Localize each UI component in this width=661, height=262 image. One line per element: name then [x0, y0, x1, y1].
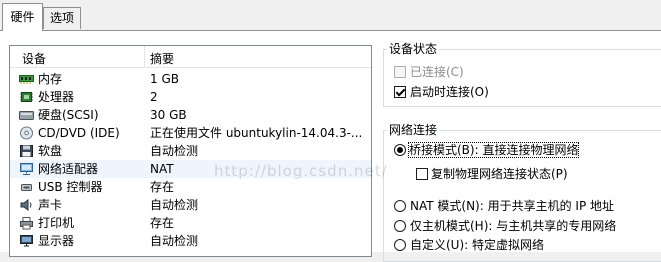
device-list-header: 设备 摘要: [10, 46, 371, 68]
device-summary: 自动检测: [150, 198, 199, 212]
tab-options[interactable]: 选项: [43, 7, 81, 29]
device-list[interactable]: 设备 摘要 内存 1 GB 处理器 2 硬盘(SCSI) 30 GB CD/DV…: [9, 45, 372, 257]
custom-label: 自定义(U): 特定虚拟网络: [410, 238, 545, 252]
device-row-cd-dvd[interactable]: CD/DVD (IDE) 正在使用文件 ubuntukylin-14.04.3-…: [10, 124, 371, 142]
tab-bar: 硬件 选项: [0, 0, 661, 31]
device-name: 硬盘(SCSI): [38, 108, 99, 122]
device-row-processor[interactable]: 处理器 2: [10, 88, 371, 106]
replicate-state-label: 复制物理网络连接状态(P): [431, 167, 568, 181]
device-summary: 1 GB: [150, 72, 179, 86]
bridged-radio[interactable]: [394, 144, 406, 156]
device-summary: 存在: [150, 180, 175, 194]
nat-radio[interactable]: [394, 200, 406, 212]
device-row-memory[interactable]: 内存 1 GB: [10, 70, 371, 88]
device-name: 软盘: [38, 144, 63, 158]
network-adapter-icon: [20, 163, 33, 175]
device-summary: NAT: [150, 162, 174, 176]
device-name: 内存: [38, 72, 63, 86]
device-name: USB 控制器: [38, 180, 103, 194]
device-row-floppy[interactable]: 软盘 自动检测: [10, 142, 371, 160]
nat-label: NAT 模式(N): 用于共享主机的 IP 地址: [410, 199, 615, 213]
memory-icon: [19, 75, 34, 84]
device-row-display[interactable]: 显示器 自动检测: [10, 232, 371, 250]
device-summary: 2: [150, 90, 158, 104]
device-name: 打印机: [38, 216, 75, 230]
device-name: 处理器: [38, 90, 75, 104]
device-row-sound-card[interactable]: 声卡 自动检测: [10, 196, 371, 214]
custom-radio[interactable]: [394, 239, 406, 251]
device-summary: 30 GB: [150, 108, 187, 122]
device-row-network-adapter[interactable]: 网络适配器 NAT: [10, 160, 371, 178]
host-only-label: 仅主机模式(H): 与主机共享的专用网络: [410, 219, 617, 233]
replicate-state-checkbox[interactable]: [416, 168, 428, 180]
connected-checkbox[interactable]: [394, 66, 406, 78]
device-name: 网络适配器: [38, 162, 99, 176]
device-row-usb[interactable]: USB 控制器 存在: [10, 178, 371, 196]
sound-card-icon: [20, 199, 32, 211]
device-summary: 正在使用文件 ubuntukylin-14.04.3-...: [150, 126, 363, 140]
device-summary: 存在: [150, 216, 175, 230]
display-icon: [20, 235, 33, 247]
device-name: 显示器: [38, 234, 75, 248]
connected-label: 已连接(C): [410, 65, 464, 79]
connect-at-power-on-checkbox[interactable]: [394, 86, 406, 98]
column-header-device[interactable]: 设备: [22, 50, 46, 67]
device-summary: 自动检测: [150, 234, 199, 248]
network-connection-title: 网络连接: [387, 123, 440, 137]
device-status-title: 设备状态: [387, 42, 440, 56]
printer-icon: [20, 217, 33, 230]
device-name: 声卡: [38, 198, 63, 212]
hardware-panel: 设备 摘要 内存 1 GB 处理器 2 硬盘(SCSI) 30 GB CD/DV…: [0, 31, 661, 262]
connect-at-power-on-label: 启动时连接(O): [410, 85, 489, 99]
processor-icon: [20, 92, 33, 102]
tab-hardware[interactable]: 硬件: [2, 3, 43, 31]
bridged-label: 桥接模式(B): 直接连接物理网络: [407, 142, 580, 158]
device-name: CD/DVD (IDE): [38, 126, 120, 140]
usb-icon: [21, 184, 32, 191]
cd-dvd-icon: [20, 126, 33, 140]
floppy-icon: [20, 145, 33, 157]
column-separator[interactable]: [144, 46, 145, 67]
device-row-printer[interactable]: 打印机 存在: [10, 214, 371, 232]
device-row-hard-disk[interactable]: 硬盘(SCSI) 30 GB: [10, 106, 371, 124]
device-summary: 自动检测: [150, 144, 199, 158]
host-only-radio[interactable]: [394, 220, 406, 232]
hard-disk-icon: [19, 111, 34, 120]
column-header-summary[interactable]: 摘要: [150, 50, 174, 67]
